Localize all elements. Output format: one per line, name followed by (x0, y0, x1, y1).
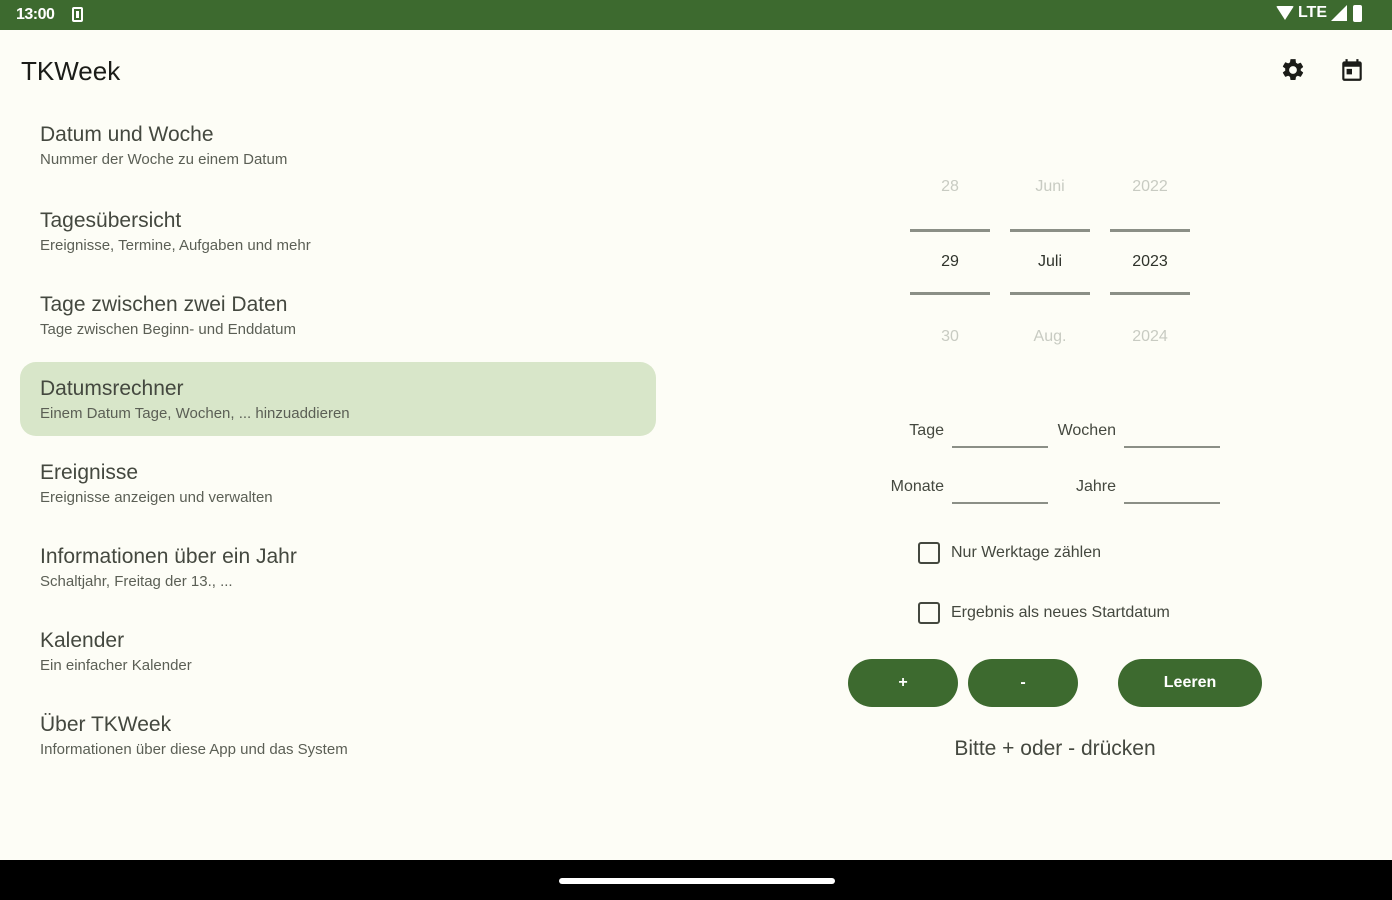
nav-item-subtitle: Schaltjahr, Freitag der 13., ... (40, 573, 233, 590)
subtract-button[interactable]: - (968, 659, 1078, 707)
nav-item-days-between-dates[interactable]: Tage zwischen zwei Daten Tage zwischen B… (20, 278, 656, 362)
spinner-divider (1010, 292, 1090, 295)
weeks-input[interactable] (1124, 418, 1220, 448)
spinner-divider (910, 292, 990, 295)
day-spinner[interactable]: 28 29 30 (910, 170, 990, 360)
nav-item-date-calculator[interactable]: Datumsrechner Einem Datum Tage, Wochen, … (20, 362, 656, 436)
battery-icon (1353, 4, 1362, 22)
year-current-value[interactable]: 2023 (1110, 253, 1190, 271)
nav-item-title: Kalender (40, 629, 125, 652)
nav-item-calendar[interactable]: Kalender Ein einfacher Kalender (20, 614, 656, 698)
network-type: LTE (1297, 4, 1327, 21)
calendar-today-button[interactable] (1334, 52, 1370, 88)
days-input[interactable] (952, 418, 1048, 448)
nav-item-title: Datum und Woche (40, 123, 214, 146)
days-label: Tage (909, 422, 944, 439)
wifi-icon (1275, 6, 1294, 20)
month-prev-value[interactable]: Juni (1010, 178, 1090, 196)
gear-icon (1282, 59, 1304, 80)
day-next-value[interactable]: 30 (910, 328, 990, 346)
date-picker: 28 29 30 Juni Juli Aug. 2022 2023 2024 (905, 170, 1195, 360)
nav-item-subtitle: Tage zwischen Beginn- und Enddatum (40, 321, 296, 338)
home-gesture-handle[interactable] (559, 878, 835, 884)
spinner-divider (1110, 229, 1190, 232)
weeks-label: Wochen (1057, 422, 1116, 439)
nav-item-title: Ereignisse (40, 461, 139, 484)
nav-item-subtitle: Nummer der Woche zu einem Datum (40, 151, 288, 168)
result-as-start-label: Ergebnis als neues Startdatum (951, 604, 1170, 621)
signal-icon (1331, 5, 1347, 21)
nav-item-subtitle: Informationen über diese App und das Sys… (40, 741, 348, 758)
status-icons: LTE (1275, 4, 1362, 22)
month-spinner[interactable]: Juni Juli Aug. (1010, 170, 1090, 360)
result-as-start-option[interactable]: Ergebnis als neues Startdatum (918, 602, 1170, 624)
function-list: Datum und Woche Nummer der Woche zu eine… (20, 110, 656, 782)
nav-item-title: Tage zwischen zwei Daten (40, 293, 288, 316)
status-bar: 13:00 LTE (0, 0, 1392, 30)
nav-item-subtitle: Einem Datum Tage, Wochen, ... hinzuaddie… (40, 405, 350, 422)
result-hint: Bitte + oder - drücken (954, 737, 1156, 760)
nav-item-subtitle: Ereignisse anzeigen und verwalten (40, 489, 273, 506)
sim-card-icon (72, 7, 83, 22)
years-label: Jahre (1075, 478, 1116, 495)
year-spinner[interactable]: 2022 2023 2024 (1110, 170, 1190, 360)
calendar-icon (1342, 59, 1362, 81)
workdays-only-checkbox[interactable] (918, 542, 940, 564)
spinner-divider (1110, 292, 1190, 295)
months-label: Monate (890, 478, 944, 495)
month-next-value[interactable]: Aug. (1010, 328, 1090, 346)
nav-item-title: Tagesübersicht (40, 209, 182, 232)
workdays-only-option[interactable]: Nur Werktage zählen (918, 542, 1101, 564)
settings-button[interactable] (1275, 52, 1311, 88)
months-input[interactable] (952, 474, 1048, 504)
nav-item-subtitle: Ein einfacher Kalender (40, 657, 192, 674)
result-as-start-checkbox[interactable] (918, 602, 940, 624)
nav-item-about[interactable]: Über TKWeek Informationen über diese App… (20, 698, 656, 782)
day-current-value[interactable]: 29 (910, 253, 990, 271)
nav-item-date-and-week[interactable]: Datum und Woche Nummer der Woche zu eine… (20, 110, 656, 194)
nav-item-subtitle: Ereignisse, Termine, Aufgaben und mehr (40, 237, 311, 254)
year-next-value[interactable]: 2024 (1110, 328, 1190, 346)
nav-item-year-info[interactable]: Informationen über ein Jahr Schaltjahr, … (20, 530, 656, 614)
clear-button[interactable]: Leeren (1118, 659, 1262, 707)
add-button[interactable]: + (848, 659, 958, 707)
years-input[interactable] (1124, 474, 1220, 504)
nav-item-events[interactable]: Ereignisse Ereignisse anzeigen und verwa… (20, 446, 656, 530)
status-time: 13:00 (16, 6, 55, 23)
system-navigation-bar (0, 860, 1392, 900)
nav-item-day-overview[interactable]: Tagesübersicht Ereignisse, Termine, Aufg… (20, 194, 656, 278)
month-current-value[interactable]: Juli (1010, 253, 1090, 271)
spinner-divider (910, 229, 990, 232)
nav-item-title: Über TKWeek (40, 713, 172, 736)
year-prev-value[interactable]: 2022 (1110, 178, 1190, 196)
spinner-divider (1010, 229, 1090, 232)
day-prev-value[interactable]: 28 (910, 178, 990, 196)
workdays-only-label: Nur Werktage zählen (951, 544, 1101, 561)
app-title: TKWeek (21, 56, 121, 86)
nav-item-title: Informationen über ein Jahr (40, 545, 297, 568)
nav-item-title: Datumsrechner (40, 377, 184, 400)
